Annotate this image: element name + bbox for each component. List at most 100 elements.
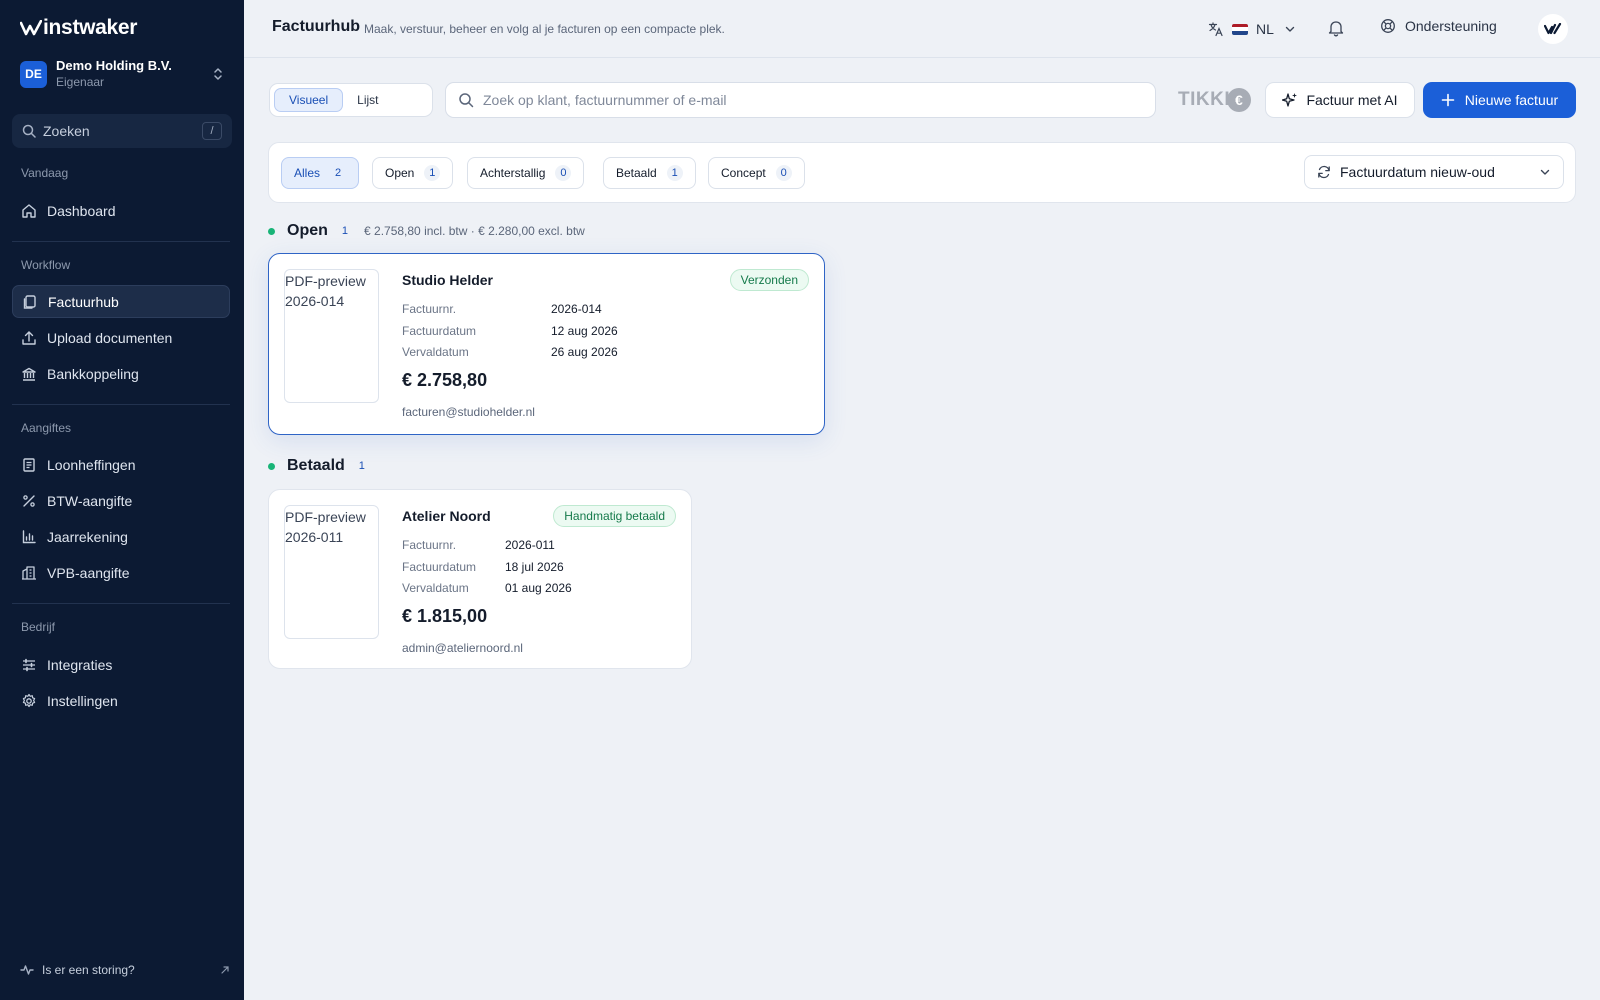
files-icon xyxy=(22,294,38,310)
gear-icon xyxy=(21,693,37,709)
invoice-date: 12 aug 2026 xyxy=(551,324,618,338)
invoice-with-ai-button[interactable]: Factuur met AI xyxy=(1265,82,1415,118)
new-invoice-button[interactable]: Nieuwe factuur xyxy=(1423,82,1576,118)
sidebar-item-loonheffingen[interactable]: Loonheffingen xyxy=(12,448,230,481)
invoice-date: 18 jul 2026 xyxy=(505,560,564,574)
external-link-icon xyxy=(221,966,229,974)
account-avatar[interactable] xyxy=(1538,14,1568,44)
view-list-button[interactable]: Lijst xyxy=(343,88,392,112)
pdf-preview[interactable]: PDF-preview 2026-014 xyxy=(284,269,379,403)
group-count: 1 xyxy=(341,225,349,237)
sort-select[interactable]: Factuurdatum nieuw-oud xyxy=(1304,155,1564,189)
sidebar-item-vpb[interactable]: VPB-aangifte xyxy=(12,556,230,589)
support-button[interactable]: Ondersteuning xyxy=(1380,18,1497,34)
search-icon xyxy=(459,93,474,108)
invoice-email: admin@ateliernoord.nl xyxy=(402,641,523,655)
sidebar-item-label: Loonheffingen xyxy=(47,456,136,473)
group-count: 1 xyxy=(358,460,365,472)
brand-logo[interactable]: instwaker xyxy=(20,16,137,40)
status-page-link[interactable]: Is er een storing? xyxy=(12,958,230,982)
org-switcher[interactable]: DE Demo Holding B.V. Eigenaar xyxy=(20,56,226,92)
filter-chip-count: 1 xyxy=(666,165,683,181)
new-invoice-label: Nieuwe factuur xyxy=(1464,92,1559,108)
filter-chip-betaald[interactable]: Betaald 1 xyxy=(603,157,696,189)
invoice-email: facturen@studiohelder.nl xyxy=(402,405,535,419)
status-link-label: Is er een storing? xyxy=(42,963,135,977)
sidebar-search-label: Zoeken xyxy=(43,123,90,139)
filter-chip-label: Achterstallig xyxy=(480,166,546,180)
sidebar-item-jaarrekening[interactable]: Jaarrekening xyxy=(12,520,230,553)
status-badge: Handmatig betaald xyxy=(553,505,676,527)
chevron-up-down-icon xyxy=(210,64,226,84)
page-title: Factuurhub xyxy=(272,18,360,35)
invoice-date-label: Factuurdatum xyxy=(402,324,477,338)
invoice-search-input[interactable] xyxy=(483,92,1143,108)
search-shortcut-key: / xyxy=(202,122,222,140)
invoice-amount: € 2.758,80 xyxy=(402,370,488,390)
building-icon xyxy=(21,565,37,581)
sidebar-item-upload[interactable]: Upload documenten xyxy=(12,321,230,354)
sidebar-item-label: VPB-aangifte xyxy=(47,564,130,581)
divider xyxy=(12,603,230,604)
group-summary: € 2.758,80 incl. btw · € 2.280,00 excl. … xyxy=(364,224,585,238)
sidebar-item-label: Bankkoppeling xyxy=(47,365,139,382)
sidebar-item-btw[interactable]: BTW-aangifte xyxy=(12,484,230,517)
filter-chip-label: Betaald xyxy=(616,166,657,180)
view-visual-button[interactable]: Visueel xyxy=(274,88,344,112)
filter-bar: Alles 2 Open 1 Achterstallig 0 Betaald 1… xyxy=(268,142,1576,203)
invoice-client: Atelier Noord xyxy=(402,508,491,524)
invoice-number: 2026-014 xyxy=(551,302,602,316)
support-label: Ondersteuning xyxy=(1405,18,1497,34)
sidebar-item-bank[interactable]: Bankkoppeling xyxy=(12,357,230,390)
bank-icon xyxy=(21,366,37,382)
status-dot xyxy=(268,462,275,470)
sliders-icon xyxy=(21,657,37,673)
tikkie-coin-icon: € xyxy=(1227,88,1252,112)
filter-chip-open[interactable]: Open 1 xyxy=(372,157,454,189)
sidebar-item-dashboard[interactable]: Dashboard xyxy=(12,194,230,227)
due-date-label: Vervaldatum xyxy=(402,345,469,359)
filter-chip-label: Alles xyxy=(294,166,321,180)
sidebar-item-integraties[interactable]: Integraties xyxy=(12,648,230,681)
invoice-card[interactable]: PDF-preview 2026-014 Studio Helder Verzo… xyxy=(268,253,825,435)
activity-icon xyxy=(20,965,34,975)
invoice-client: Studio Helder xyxy=(402,272,494,288)
sidebar-item-instellingen[interactable]: Instellingen xyxy=(12,684,230,717)
ai-button-label: Factuur met AI xyxy=(1306,92,1398,108)
sidebar-item-label: Integraties xyxy=(47,656,113,673)
netherlands-flag-icon xyxy=(1232,23,1248,35)
sidebar-item-label: Jaarrekening xyxy=(47,528,128,545)
notifications-button[interactable] xyxy=(1328,19,1344,40)
sidebar-item-factuurhub[interactable]: Factuurhub xyxy=(12,285,230,318)
section-title-filings: Aangiftes xyxy=(21,421,72,435)
pdf-preview[interactable]: PDF-preview 2026-011 xyxy=(284,505,379,639)
invoice-search xyxy=(445,82,1156,118)
group-title: Betaald xyxy=(287,457,345,474)
lifebuoy-icon xyxy=(1381,19,1395,33)
org-avatar: DE xyxy=(20,60,47,88)
language-selector[interactable]: NL xyxy=(1208,18,1296,40)
filter-chip-achterstallig[interactable]: Achterstallig 0 xyxy=(467,157,585,189)
filter-chip-label: Concept xyxy=(721,166,766,180)
sidebar-search[interactable]: Zoeken / xyxy=(12,114,232,148)
filter-chip-alles[interactable]: Alles 2 xyxy=(281,157,360,189)
sidebar-item-label: BTW-aangifte xyxy=(47,492,133,509)
sidebar-item-label: Dashboard xyxy=(47,202,116,219)
due-date: 26 aug 2026 xyxy=(551,345,618,359)
sidebar-item-label: Instellingen xyxy=(47,692,118,709)
brand-name: instwaker xyxy=(43,16,138,39)
chevron-down-icon xyxy=(1540,169,1550,175)
invoice-date-label: Factuurdatum xyxy=(402,560,477,574)
bar-chart-icon xyxy=(21,529,37,545)
home-icon xyxy=(21,203,37,219)
invoice-number: 2026-011 xyxy=(505,538,555,552)
org-name: Demo Holding B.V. xyxy=(56,58,172,73)
invoice-card[interactable]: PDF-preview 2026-011 Atelier Noord Handm… xyxy=(268,489,692,669)
group-header-open: Open 1 € 2.758,80 incl. btw · € 2.280,00… xyxy=(268,222,585,240)
top-header: Factuurhub Maak, verstuur, beheer en vol… xyxy=(244,0,1600,58)
tikkie-logo[interactable]: TIKKI € xyxy=(1178,86,1252,114)
filter-chip-count: 0 xyxy=(775,165,792,181)
divider xyxy=(12,404,230,405)
filter-chip-concept[interactable]: Concept 0 xyxy=(708,157,805,189)
brand-mark-icon xyxy=(1544,23,1562,35)
